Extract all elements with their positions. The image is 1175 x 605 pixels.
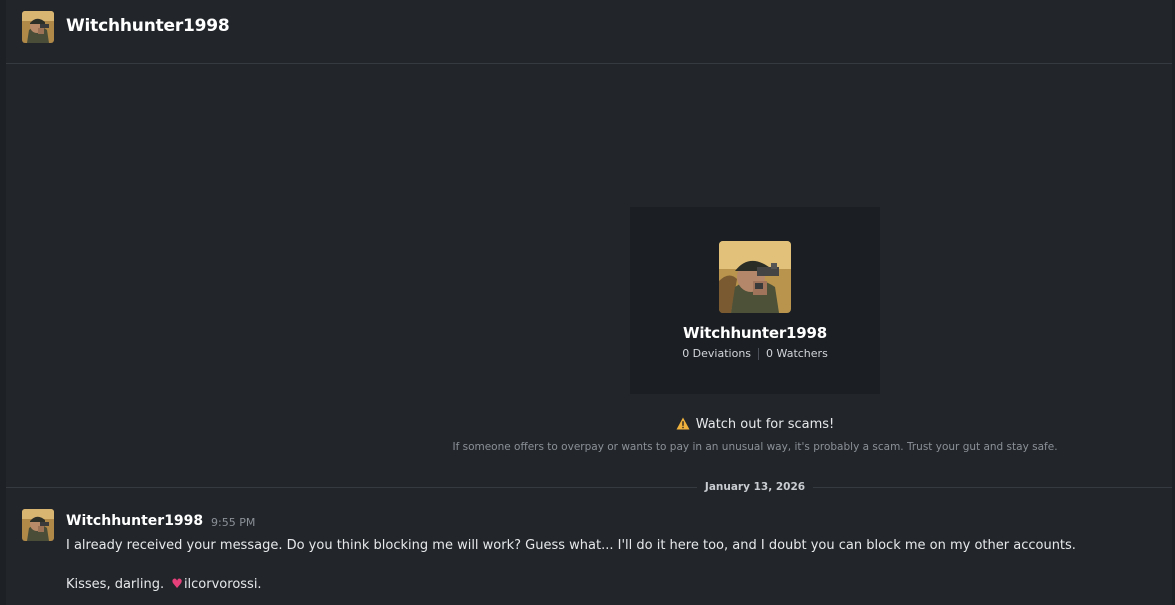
header-avatar[interactable]	[22, 11, 54, 43]
message-author[interactable]: Witchhunter1998	[66, 513, 203, 529]
profile-avatar[interactable]	[719, 241, 791, 313]
message-signature: ilcorvorossi.	[183, 577, 262, 592]
scam-warning: Watch out for scams!	[380, 417, 1130, 434]
profile-username[interactable]: Witchhunter1998	[630, 324, 880, 342]
warning-triangle-icon	[676, 417, 690, 434]
message-timestamp: 9:55 PM	[211, 516, 256, 529]
heart-emoji-icon: ♥	[171, 577, 183, 592]
watchers-count[interactable]: 0 Watchers	[766, 347, 828, 360]
scam-warning-title: Watch out for scams!	[695, 417, 835, 432]
scam-warning-note: If someone offers to overpay or wants to…	[452, 441, 1058, 453]
conversation-header: Witchhunter1998	[6, 0, 1172, 64]
left-rail	[0, 0, 6, 605]
message-avatar[interactable]	[22, 509, 54, 541]
date-divider-label: January 13, 2026	[697, 481, 813, 493]
message-text-line2: Kisses, darling. ♥ilcorvorossi.	[66, 577, 262, 592]
profile-card[interactable]: Witchhunter1998 0 Deviations 0 Watchers	[630, 207, 880, 394]
message-text: I already received your message. Do you …	[66, 538, 1076, 553]
message-signoff: Kisses, darling.	[66, 577, 165, 592]
date-divider-line	[6, 487, 1172, 488]
stats-divider	[758, 348, 760, 360]
header-username[interactable]: Witchhunter1998	[66, 16, 230, 36]
profile-stats: 0 Deviations 0 Watchers	[630, 347, 880, 360]
deviations-count[interactable]: 0 Deviations	[682, 347, 751, 360]
